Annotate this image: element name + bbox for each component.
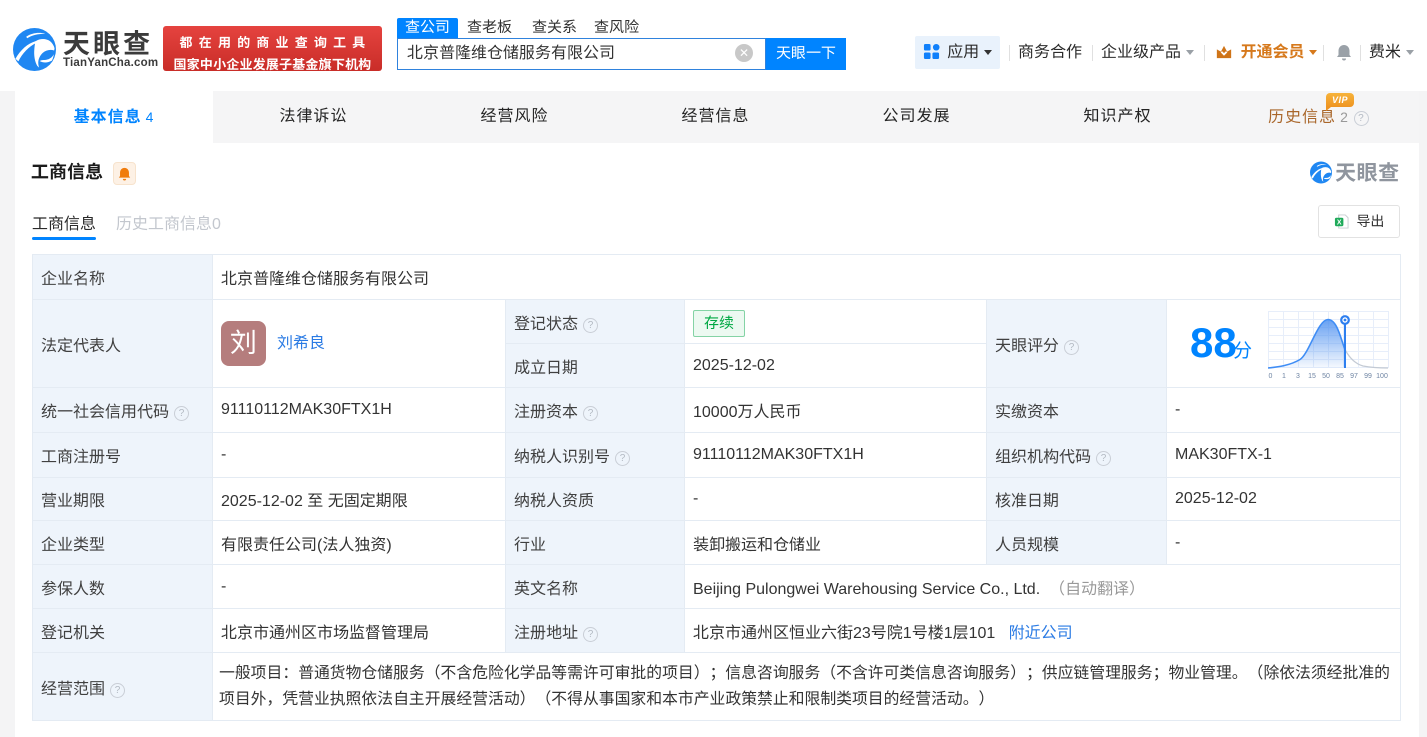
svg-text:X: X (1336, 219, 1341, 226)
svg-text:85: 85 (1336, 373, 1344, 380)
svg-text:天眼查: 天眼查 (1335, 162, 1400, 184)
svg-text:99: 99 (1364, 373, 1372, 380)
svg-text:15: 15 (1308, 373, 1316, 380)
svg-text:0: 0 (1269, 373, 1273, 380)
svg-text:100: 100 (1376, 373, 1388, 380)
svg-text:3: 3 (1296, 373, 1300, 380)
svg-text:50: 50 (1322, 373, 1330, 380)
svg-text:97: 97 (1350, 373, 1358, 380)
svg-text:1: 1 (1282, 373, 1286, 380)
